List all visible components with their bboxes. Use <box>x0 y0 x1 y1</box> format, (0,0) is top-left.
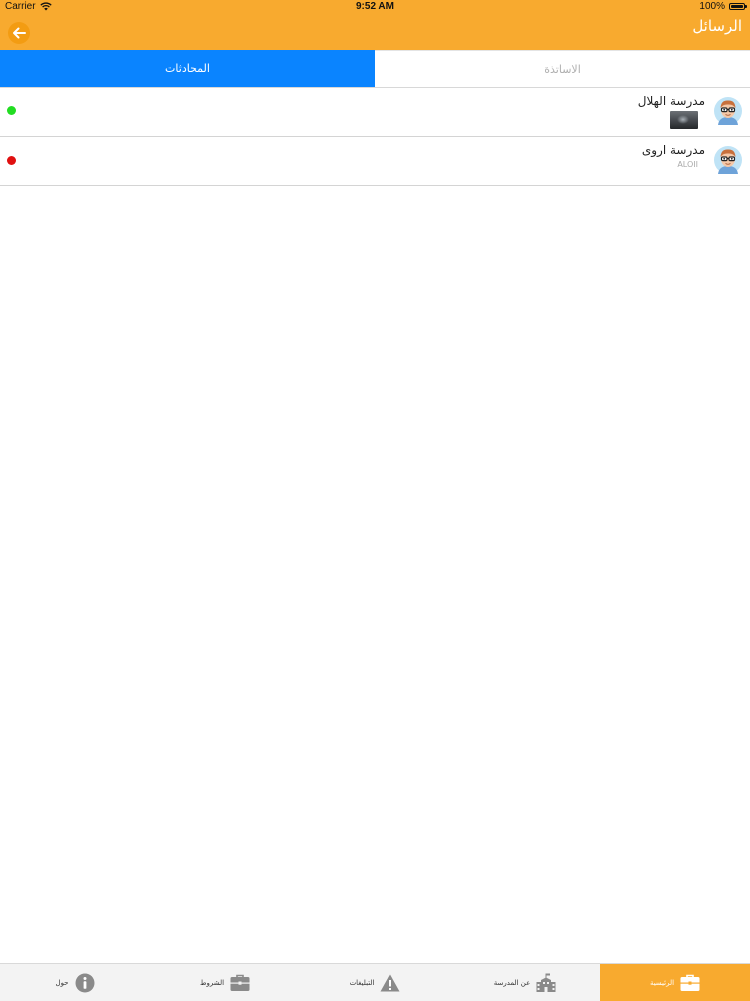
conversation-list: مدرسة الهلال مدرسة اروى ALOII <box>0 88 750 186</box>
conversation-name: مدرسة اروى <box>641 143 705 157</box>
tab-bar-item-notices[interactable]: التبليغات <box>300 964 450 1001</box>
tab-bar-label: عن المدرسة <box>493 978 531 987</box>
conversation-row[interactable]: مدرسة الهلال <box>0 88 750 137</box>
info-icon <box>75 973 95 992</box>
tab-bar-label: الرئيسية <box>649 978 675 987</box>
conversation-name: مدرسة الهلال <box>637 94 705 108</box>
tab-bar-item-school[interactable]: عن المدرسة <box>450 964 600 1001</box>
conversation-row[interactable]: مدرسة اروى ALOII <box>0 137 750 186</box>
battery-icon <box>729 3 747 10</box>
segment-tabs: المحادثات الاساتذة <box>0 50 750 88</box>
tab-conversations[interactable]: المحادثات <box>0 50 375 87</box>
tab-bar-item-home[interactable]: الرئيسية <box>600 964 750 1001</box>
briefcase-icon <box>230 974 250 991</box>
tab-teachers[interactable]: الاساتذة <box>375 50 750 87</box>
page-title: الرسائل <box>692 17 742 35</box>
battery-group: 100% <box>699 1 747 12</box>
clock: 9:52 AM <box>356 1 394 12</box>
tab-bar-label: الشروط <box>199 978 225 987</box>
school-icon <box>536 973 556 992</box>
tab-bar-item-about[interactable]: حول <box>0 964 150 1001</box>
tab-bar-label: حول <box>55 978 69 987</box>
bottom-tab-bar: حول الشروط التبليغات عن المدرسة الرئيسية <box>0 963 750 1001</box>
offline-status-dot <box>7 156 16 165</box>
battery-percent: 100% <box>699 1 725 12</box>
avatar <box>714 146 742 174</box>
avatar <box>714 97 742 125</box>
app-header: الرسائل <box>0 14 750 50</box>
status-bar: Carrier 9:52 AM 100% <box>0 0 750 14</box>
last-message-preview: ALOII <box>677 160 698 169</box>
online-status-dot <box>7 106 16 115</box>
arrow-left-icon <box>13 27 26 39</box>
tab-bar-label: التبليغات <box>349 978 375 987</box>
message-image-thumbnail <box>670 111 698 129</box>
tab-bar-item-terms[interactable]: الشروط <box>150 964 300 1001</box>
back-button[interactable] <box>8 22 30 44</box>
warning-icon <box>380 974 400 991</box>
briefcase-icon <box>680 974 700 991</box>
